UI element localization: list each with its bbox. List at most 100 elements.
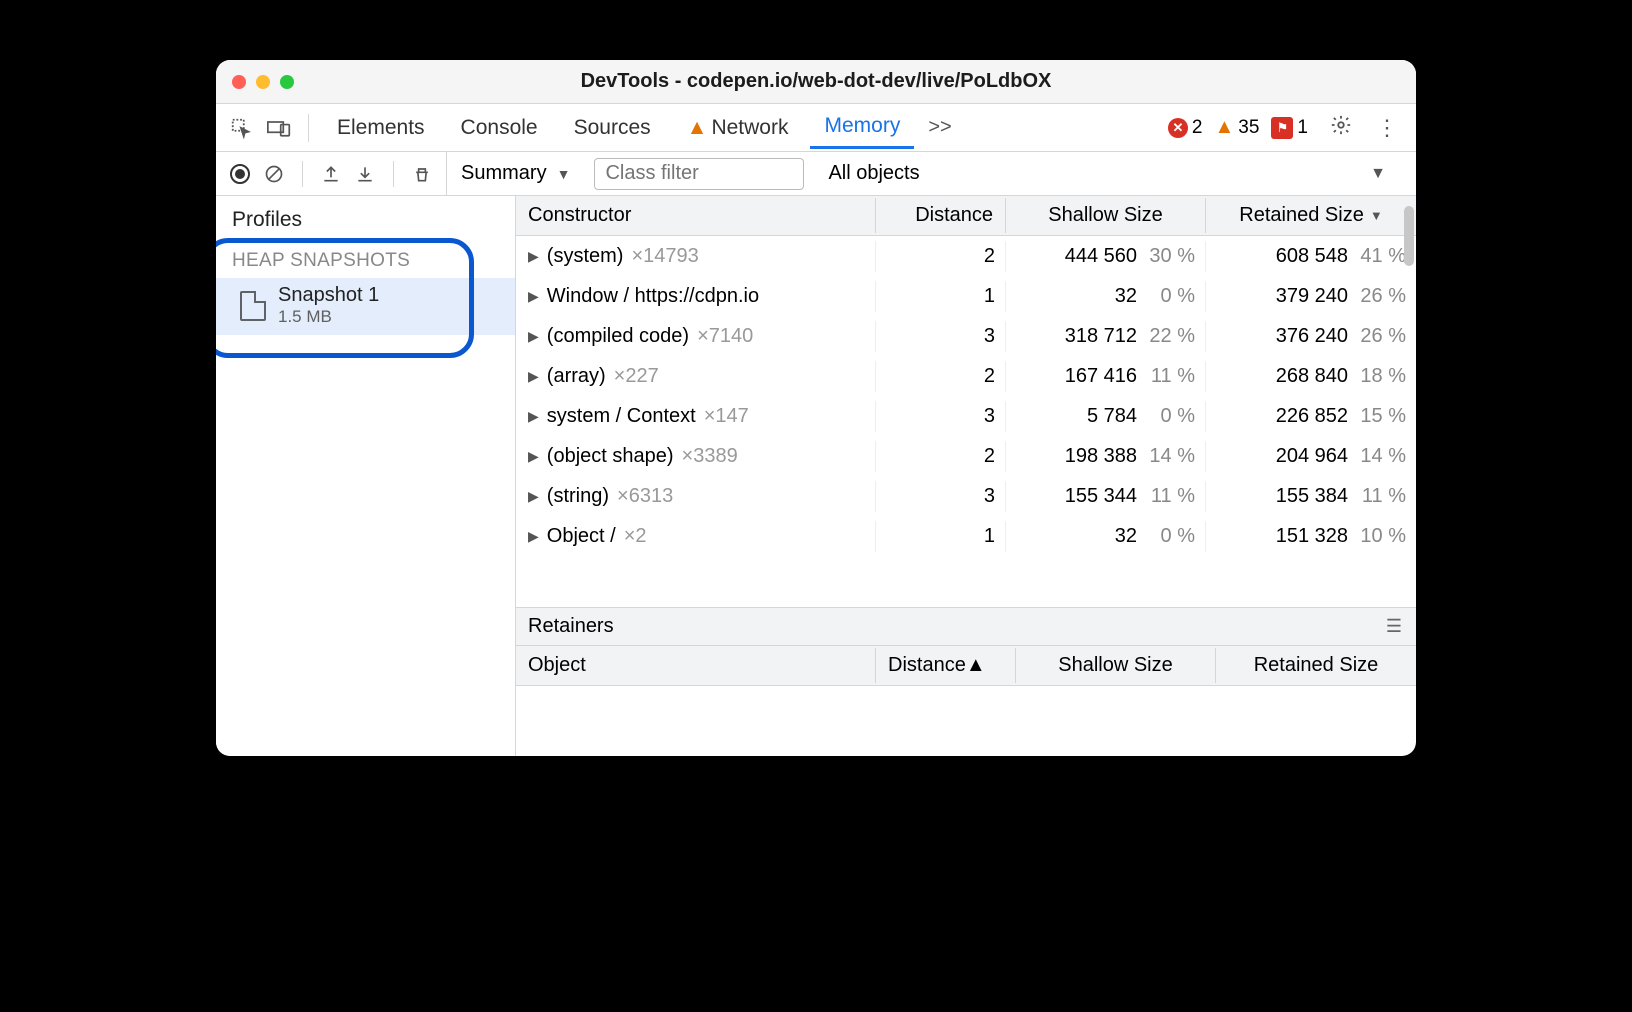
warning-icon: ▲ — [687, 116, 708, 139]
constructor-cell: ▶ (string) ×6313 — [516, 481, 876, 512]
table-row[interactable]: ▶system / Context×14735 7840 %226 85215 … — [516, 396, 1416, 436]
constructor-cell: ▶system / Context×147 — [516, 401, 876, 432]
constructor-cell: ▶ Window / https://cdpn.io — [516, 281, 876, 312]
constructor-name: (system) — [547, 245, 624, 268]
col-distance[interactable]: Distance — [876, 198, 1006, 233]
chevron-down-icon: ▼ — [557, 166, 571, 182]
minimize-window-button[interactable] — [256, 75, 270, 89]
shallow-cell: 155 34411 % — [1006, 481, 1206, 512]
shallow-cell: 320 % — [1006, 281, 1206, 312]
table-row[interactable]: ▶(array)×2272167 41611 %268 84018 % — [516, 356, 1416, 396]
grid-body[interactable]: ▶(system)×147932444 56030 %608 54841 %▶W… — [516, 236, 1416, 608]
constructor-name: (string) — [547, 485, 609, 508]
divider — [302, 161, 303, 187]
constructor-name: (object shape) — [547, 445, 674, 468]
table-row[interactable]: ▶ Window / https://cdpn.io 1320 %379 24026… — [516, 276, 1416, 316]
memory-toolbar: Summary ▼ All objects ▼ — [216, 152, 1416, 196]
constructor-cell: ▶(compiled code)×7140 — [516, 321, 876, 352]
settings-icon[interactable] — [1322, 114, 1360, 142]
ret-col-retained[interactable]: Retained Size — [1216, 648, 1416, 683]
object-scope-label: All objects — [828, 162, 919, 184]
close-window-button[interactable] — [232, 75, 246, 89]
inspect-icon[interactable] — [226, 113, 256, 143]
class-filter-input[interactable] — [594, 158, 804, 190]
retained-cell: 376 24026 % — [1206, 321, 1416, 352]
device-toggle-icon[interactable] — [264, 113, 294, 143]
table-row[interactable]: ▶(compiled code)×71403318 71222 %376 240… — [516, 316, 1416, 356]
tab-console[interactable]: Console — [447, 108, 552, 148]
distance-cell: 2 — [876, 441, 1006, 472]
tab-network[interactable]: ▲Network — [673, 108, 803, 148]
retained-cell: 268 84018 % — [1206, 361, 1416, 392]
col-constructor-label: Constructor — [528, 204, 631, 227]
constructor-name: Window / https://cdpn.io — [547, 285, 759, 308]
main-tabbar: Elements Console Sources ▲Network Memory… — [216, 104, 1416, 152]
retained-cell: 379 24026 % — [1206, 281, 1416, 312]
record-button[interactable] — [230, 164, 250, 184]
heap-snapshots-heading: HEAP SNAPSHOTS — [216, 244, 515, 278]
distance-cell: 1 — [876, 281, 1006, 312]
table-row[interactable]: ▶ (string) ×6313 3155 34411 %155 38411 % — [516, 476, 1416, 516]
error-icon: ✕ — [1168, 118, 1188, 138]
upload-icon[interactable] — [321, 164, 341, 184]
constructor-cell: ▶(object shape)×3389 — [516, 441, 876, 472]
tab-elements[interactable]: Elements — [323, 108, 439, 148]
tab-memory[interactable]: Memory — [810, 106, 914, 149]
distance-cell: 3 — [876, 481, 1006, 512]
expand-arrow-icon[interactable]: ▶ — [528, 528, 539, 545]
tabs-overflow[interactable]: >> — [922, 116, 957, 139]
sort-desc-icon: ▼ — [1370, 208, 1383, 223]
error-count[interactable]: ✕ 2 — [1168, 117, 1203, 139]
expand-arrow-icon[interactable]: ▶ — [528, 248, 539, 265]
retained-cell: 155 38411 % — [1206, 481, 1416, 512]
tab-sources[interactable]: Sources — [560, 108, 665, 148]
chevron-down-icon[interactable]: ▼ — [1370, 165, 1386, 183]
ret-col-object[interactable]: Object — [516, 648, 876, 683]
object-scope-dropdown[interactable]: All objects — [828, 162, 919, 185]
distance-cell: 1 — [876, 521, 1006, 552]
table-row[interactable]: ▶Object /×21320 %151 32810 % — [516, 516, 1416, 556]
expand-arrow-icon[interactable]: ▶ — [528, 408, 539, 425]
snapshot-item[interactable]: Snapshot 1 1.5 MB — [216, 278, 515, 335]
zoom-window-button[interactable] — [280, 75, 294, 89]
col-constructor[interactable]: Constructor — [516, 198, 876, 233]
scrollbar[interactable] — [1402, 198, 1414, 498]
retainers-menu-icon[interactable]: ☰ — [1386, 616, 1404, 637]
instance-count: ×6313 — [617, 485, 673, 508]
devtools-window: DevTools - codepen.io/web-dot-dev/live/P… — [216, 60, 1416, 756]
retainers-heading: Retainers — [528, 615, 614, 638]
expand-arrow-icon[interactable]: ▶ — [528, 368, 539, 385]
download-icon[interactable] — [355, 164, 375, 184]
window-title: DevTools - codepen.io/web-dot-dev/live/P… — [230, 70, 1402, 93]
view-mode-dropdown[interactable]: Summary ▼ — [461, 162, 580, 185]
more-icon[interactable]: ⋮ — [1368, 115, 1406, 141]
view-mode-label: Summary — [461, 162, 547, 185]
table-row[interactable]: ▶(system)×147932444 56030 %608 54841 % — [516, 236, 1416, 276]
instance-count: ×147 — [704, 405, 749, 428]
warning-count[interactable]: ▲ 35 — [1214, 116, 1259, 139]
gc-icon[interactable] — [412, 163, 432, 185]
shallow-cell: 198 38814 % — [1006, 441, 1206, 472]
expand-arrow-icon[interactable]: ▶ — [528, 328, 539, 345]
error-count-value: 2 — [1192, 117, 1203, 139]
constructor-name: Object / — [547, 525, 616, 548]
constructor-cell: ▶ (system) ×14793 — [516, 241, 876, 272]
warning-count-value: 35 — [1238, 117, 1259, 139]
issues-count[interactable]: ⚑ 1 — [1271, 117, 1308, 139]
ret-col-shallow[interactable]: Shallow Size — [1016, 648, 1216, 683]
table-row[interactable]: ▶(object shape)×33892198 38814 %204 9641… — [516, 436, 1416, 476]
divider — [308, 114, 309, 142]
expand-arrow-icon[interactable]: ▶ — [528, 288, 539, 305]
expand-arrow-icon[interactable]: ▶ — [528, 488, 539, 505]
ret-col-distance[interactable]: Distance▲ — [876, 648, 1016, 683]
col-shallow[interactable]: Shallow Size — [1006, 198, 1206, 233]
retained-cell: 151 32810 % — [1206, 521, 1416, 552]
col-distance-label: Distance — [915, 204, 993, 227]
instance-count: ×14793 — [631, 245, 698, 268]
expand-arrow-icon[interactable]: ▶ — [528, 448, 539, 465]
clear-button[interactable] — [264, 164, 284, 184]
instance-count: ×7140 — [697, 325, 753, 348]
col-shallow-label: Shallow Size — [1048, 204, 1163, 227]
col-retained[interactable]: Retained Size▼ — [1206, 198, 1416, 233]
content-area: Profiles HEAP SNAPSHOTS Snapshot 1 1.5 M… — [216, 196, 1416, 756]
